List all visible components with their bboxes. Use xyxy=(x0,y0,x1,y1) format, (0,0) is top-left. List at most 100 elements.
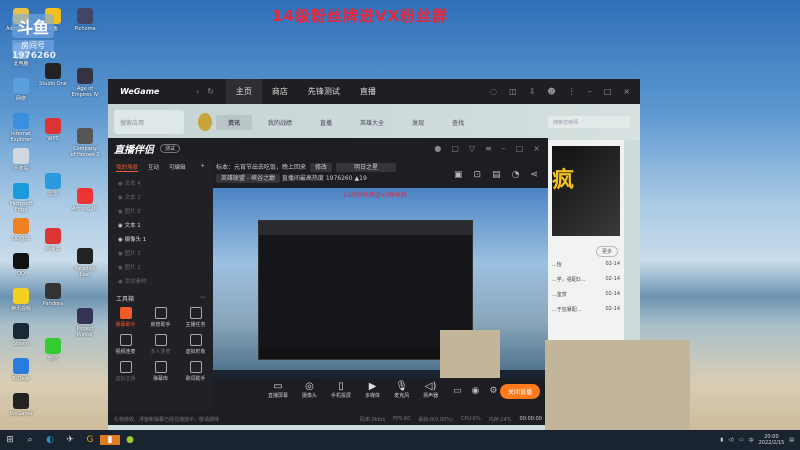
nav-beta[interactable]: 先锋测试 xyxy=(298,79,350,104)
scene-item[interactable]: ◉ 图片 5 xyxy=(108,204,213,218)
message-icon[interactable]: ▢ xyxy=(451,144,459,153)
tool-7[interactable]: 弹幕库 xyxy=(143,361,178,382)
desktop-icon[interactable]: Project Winter xyxy=(70,308,100,338)
mic-icon[interactable]: ▮ xyxy=(720,437,723,443)
tab-live[interactable]: 直播 xyxy=(308,115,344,130)
tab-scenes[interactable]: 我的场景 xyxy=(116,163,139,172)
record-icon[interactable]: ▭ xyxy=(453,386,462,396)
scene-item[interactable]: ◉ 添加素材 xyxy=(108,274,213,288)
edit-title-button[interactable]: 修改 xyxy=(310,163,333,172)
desktop-icon[interactable]: Age of Empires IV xyxy=(70,68,100,98)
download-icon[interactable]: ⇩ xyxy=(529,87,536,96)
minimize-icon[interactable]: – xyxy=(588,87,592,96)
desktop-icon[interactable]: 回收站 xyxy=(6,148,36,172)
version-badge[interactable]: 测试 xyxy=(160,144,181,153)
desktop-icon[interactable]: Pandora xyxy=(38,283,68,307)
game-category[interactable]: 英雄联盟 - 峡谷之巅 xyxy=(216,174,280,183)
tab-search[interactable]: 查找 xyxy=(440,115,476,130)
desktop-icon[interactable]: 网络 xyxy=(6,78,36,102)
menu-icon[interactable]: ≡ xyxy=(485,144,492,153)
tool-3[interactable]: 视频连麦 xyxy=(108,334,143,355)
control-4[interactable]: 🎙 麦克风 xyxy=(394,381,409,399)
network-icon[interactable]: ▭ xyxy=(739,437,744,443)
desktop-icon[interactable]: 腾讯视频 xyxy=(6,288,36,312)
scene-item[interactable]: ◉ 文本 4 xyxy=(108,176,213,190)
tool-2[interactable]: 主播任务 xyxy=(178,307,213,328)
start-icon[interactable]: ⊞ xyxy=(0,435,20,445)
tab-discover[interactable]: 发现 xyxy=(400,115,436,130)
tab-record[interactable]: 我的战绩 xyxy=(256,115,304,130)
news-item[interactable]: ...鉴赏 02-14 xyxy=(552,291,620,298)
scene-item[interactable]: ◉ 文本 2 xyxy=(108,190,213,204)
settings-icon[interactable]: ⚙ xyxy=(489,386,497,396)
control-0[interactable]: ▭ 直播屏幕 xyxy=(268,381,288,399)
tool-5[interactable]: 虚拟形象 xyxy=(178,334,213,355)
nav-live[interactable]: 直播 xyxy=(350,79,386,104)
news-item[interactable]: ...怡 02-14 xyxy=(552,261,620,268)
tab-news[interactable]: 资讯 xyxy=(216,114,253,130)
scene-item[interactable]: ◉ 摄像头 1 xyxy=(108,232,213,246)
search-icon[interactable]: ⌕ xyxy=(20,435,40,445)
back-icon[interactable]: ‹ xyxy=(188,87,207,96)
desktop-icon[interactable]: 微信 xyxy=(38,338,68,362)
tool-6[interactable]: 虚拟主播 xyxy=(108,361,143,382)
control-2[interactable]: ▯ 手机投屏 xyxy=(331,381,351,399)
news-poster[interactable]: 疯 xyxy=(552,146,620,236)
control-1[interactable]: ◎ 摄像头 xyxy=(302,381,317,399)
minimize-icon[interactable]: – xyxy=(502,144,506,153)
desktop-icon[interactable]: 迅雷 xyxy=(38,173,68,197)
tab-editable[interactable]: 可编辑 xyxy=(169,163,186,172)
eye-icon[interactable]: ◉ xyxy=(472,386,480,396)
add-scene-icon[interactable]: + xyxy=(200,163,205,172)
share-icon[interactable]: ⋖ xyxy=(530,170,538,180)
category-field[interactable]: 明日之星 xyxy=(336,163,397,172)
lock-icon[interactable]: ⊡ xyxy=(474,170,482,180)
summoner-search-input[interactable]: 搜索召唤师 xyxy=(548,116,630,128)
edge-icon[interactable]: ◐ xyxy=(40,435,60,445)
news-item[interactable]: ...于狂暴配... 02-14 xyxy=(552,306,620,313)
gift-icon[interactable]: ▣ xyxy=(454,170,463,180)
menu-icon[interactable]: ⋮ xyxy=(568,87,576,96)
desktop-icon[interactable]: Among Us xyxy=(70,188,100,212)
control-5[interactable]: ◁) 扬声器 xyxy=(423,381,438,399)
desktop-icon[interactable]: QQ游戏 xyxy=(6,218,36,242)
companion-icon[interactable]: ▮ xyxy=(100,435,120,445)
skin-icon[interactable]: ▽ xyxy=(469,144,475,153)
notification-icon[interactable]: ◌ xyxy=(490,87,497,96)
tab-interact[interactable]: 互动 xyxy=(148,163,159,172)
desktop-icon[interactable]: Company of Heroes 2 xyxy=(70,128,100,158)
nav-store[interactable]: 商店 xyxy=(262,79,298,104)
desktop-icon[interactable]: Studio One xyxy=(38,63,68,87)
desktop-icon[interactable]: Steam xyxy=(6,323,36,347)
tool-0[interactable]: 弹幕助手 xyxy=(108,307,143,328)
more-button[interactable]: 更多 xyxy=(595,246,618,257)
notification-icon[interactable]: ▤ xyxy=(789,437,794,443)
clock[interactable]: 20:00 2022/2/15 xyxy=(759,434,785,446)
tool-4[interactable]: 多人连麦 xyxy=(143,334,178,355)
desktop-icon[interactable]: WPS xyxy=(38,118,68,142)
bell-icon[interactable]: ◔ xyxy=(512,170,520,180)
maximize-icon[interactable]: □ xyxy=(604,87,612,96)
desktop-icon[interactable]: ToDesk xyxy=(6,358,36,382)
desktop-icon[interactable]: QQ xyxy=(6,253,36,277)
app-search-input[interactable]: 搜索应用 xyxy=(114,110,184,134)
tab-heroes[interactable]: 英雄大全 xyxy=(348,115,396,130)
ime-indicator[interactable]: 中 xyxy=(749,437,754,444)
close-icon[interactable]: × xyxy=(623,87,630,96)
bag-icon[interactable]: ◫ xyxy=(509,87,517,96)
tool-8[interactable]: 歌词助手 xyxy=(178,361,213,382)
more-tools-icon[interactable]: ⋯ xyxy=(199,294,205,303)
news-item[interactable]: ...学，强配D... 02-14 xyxy=(552,276,620,283)
desktop-icon[interactable]: 网易云 xyxy=(38,228,68,252)
control-3[interactable]: ▶ 多媒体 xyxy=(365,381,380,399)
desktop-icon[interactable]: Microsoft Edge xyxy=(6,183,36,213)
scene-item[interactable]: ◉ 文本 1 xyxy=(108,218,213,232)
desktop-icon[interactable]: WeGame xyxy=(6,393,36,417)
app-icon[interactable]: ✈ xyxy=(60,435,80,445)
desktop-icon[interactable]: Internet Explorer xyxy=(6,113,36,143)
stop-stream-button[interactable]: 关闭直播 xyxy=(499,384,540,399)
nav-home[interactable]: 主页 xyxy=(225,79,262,104)
desktop-icon[interactable]: Pichome xyxy=(70,8,100,32)
wegame-icon[interactable]: G xyxy=(80,435,100,445)
tool-1[interactable]: 房管助手 xyxy=(143,307,178,328)
